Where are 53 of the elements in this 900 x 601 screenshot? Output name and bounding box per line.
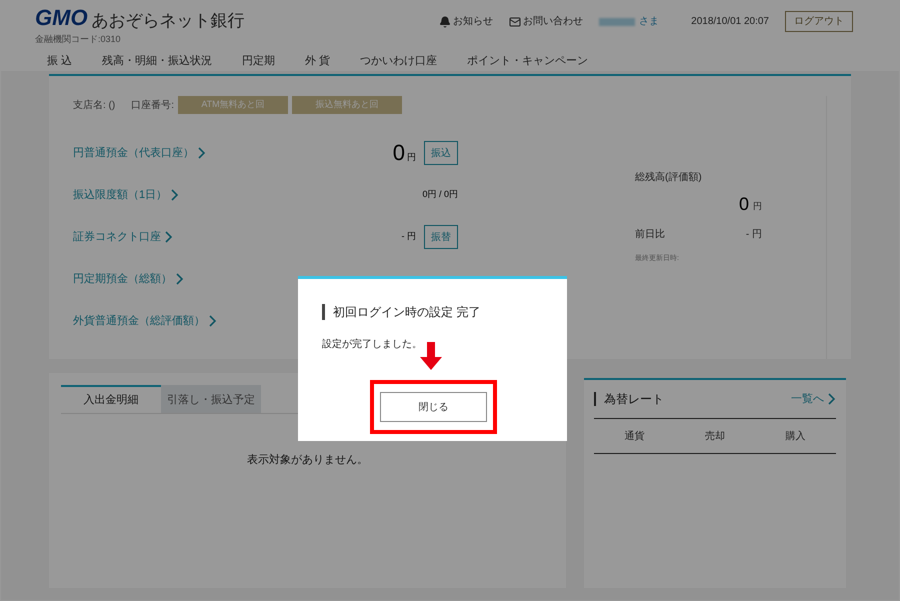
currency-unit: 円: [407, 150, 416, 164]
account-number-label: 口座番号:: [131, 98, 174, 112]
chevron-right-icon: [828, 393, 836, 405]
dialog-message: 設定が完了しました。: [322, 338, 423, 352]
datetime: 2018/10/01 20:07: [691, 15, 769, 29]
branch-label: 支店名: (): [73, 98, 116, 112]
total-amount: 0: [738, 195, 749, 213]
account-link[interactable]: 円普通預金（代表口座）: [73, 144, 206, 162]
close-button[interactable]: 閉じる: [380, 392, 487, 422]
nav-item[interactable]: 残高・明細・振込状況: [102, 52, 212, 69]
nav-item[interactable]: 振 込: [47, 52, 72, 69]
chevron-right-icon: [176, 273, 184, 285]
rates-title: 為替レート: [604, 391, 664, 408]
chevron-right-icon: [165, 231, 173, 243]
column-header: 通貨: [624, 430, 644, 444]
history-tab[interactable]: 引落し・振込予定: [161, 385, 261, 413]
logo-mark: GMO: [35, 7, 88, 29]
chevron-right-icon: [209, 315, 217, 327]
account-link[interactable]: 振込限度額（1日）: [73, 186, 180, 204]
amount-text: - 円: [402, 230, 416, 244]
balance-amount: 0: [392, 142, 405, 164]
nav-item[interactable]: 円定期: [242, 52, 276, 69]
down-arrow-icon: [420, 342, 442, 370]
column-header: 購入: [786, 430, 806, 444]
heading-bar: [322, 304, 325, 320]
notice-link[interactable]: お知らせ: [439, 14, 494, 29]
day-change-label: 前日比: [635, 228, 665, 242]
bank-name: あおぞらネット銀行: [92, 12, 245, 29]
empty-message: 表示対象がありません。: [247, 452, 368, 468]
column-header: 売却: [704, 430, 725, 444]
contact-link[interactable]: お問い合わせ: [509, 14, 584, 29]
account-link[interactable]: 証券コネクト口座: [73, 228, 173, 246]
chevron-right-icon: [171, 189, 180, 201]
logout-button[interactable]: ログアウト: [785, 11, 853, 32]
dialog-title: 初回ログイン時の設定 完了: [333, 304, 480, 321]
free-count-badge: ATM無料あと回: [178, 96, 288, 114]
total-balance-label: 総残高(評価額): [635, 170, 703, 185]
amount-text: 0円 / 0円: [422, 188, 458, 202]
account-link[interactable]: 円定期預金（総額）: [73, 270, 184, 288]
bank-code: 金融機関コード:0310: [35, 33, 122, 46]
nav-item[interactable]: ポイント・キャンペーン: [467, 52, 588, 69]
nav-item[interactable]: 外 貨: [305, 52, 330, 69]
currency-unit: 円: [753, 200, 762, 212]
nav-item[interactable]: つかいわけ口座: [360, 52, 438, 69]
bell-icon: [439, 16, 452, 28]
free-count-badge: 振込無料あと回: [292, 96, 402, 114]
account-link[interactable]: 外貨普通預金（総評価額）: [73, 312, 217, 330]
mail-icon: [509, 16, 522, 28]
day-change-value: - 円: [746, 228, 762, 242]
user-suffix: さま: [639, 15, 660, 29]
redacted-name: [599, 18, 636, 26]
rates-list-link[interactable]: 一覧へ: [791, 390, 836, 408]
chevron-right-icon: [198, 147, 206, 159]
